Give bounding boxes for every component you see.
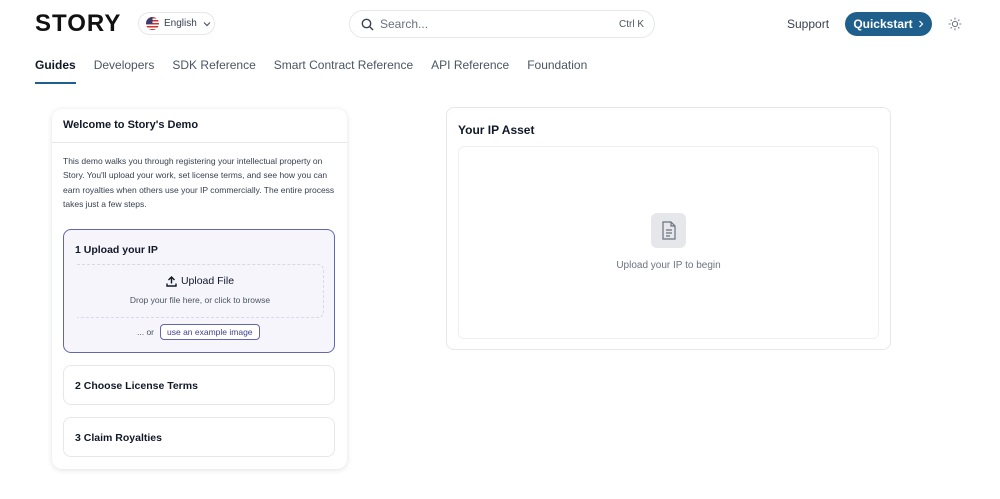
tab-developers[interactable]: Developers <box>94 58 155 84</box>
language-label: English <box>164 18 197 29</box>
document-icon <box>651 213 686 248</box>
svg-text:STORY: STORY <box>35 11 121 35</box>
search-bar[interactable]: Search... Ctrl K <box>349 10 655 38</box>
use-example-image-button[interactable]: use an example image <box>160 324 260 340</box>
ip-asset-title: Your IP Asset <box>458 123 535 137</box>
upload-file-button[interactable]: Upload File <box>77 275 323 287</box>
search-placeholder: Search... <box>380 17 429 31</box>
step-label: 3 Claim Royalties <box>75 432 162 444</box>
support-link[interactable]: Support <box>787 17 829 31</box>
divider <box>52 142 347 143</box>
sun-icon[interactable] <box>948 17 962 31</box>
upload-hint: Drop your file here, or click to browse <box>129 295 271 305</box>
search-shortcut: Ctrl K <box>619 18 644 30</box>
demo-intro: This demo walks you through registering … <box>63 156 335 209</box>
tab-api-reference[interactable]: API Reference <box>431 58 509 84</box>
chevron-down-icon <box>203 21 211 26</box>
upload-file-label: Upload File <box>180 275 235 287</box>
top-bar: STORY English Search... Ctrl K Support Q… <box>0 0 1000 48</box>
nav-tabs: Guides Developers SDK Reference Smart Co… <box>35 58 605 84</box>
step-choose-license-terms[interactable]: 2 Choose License Terms <box>63 365 335 405</box>
file-dropzone[interactable]: Upload File Drop your file here, or clic… <box>77 264 324 318</box>
tab-foundation[interactable]: Foundation <box>527 58 587 84</box>
quickstart-button[interactable]: Quickstart <box>845 12 932 36</box>
quickstart-label: Quickstart <box>853 17 913 31</box>
ip-asset-preview: Upload your IP to begin <box>458 146 879 339</box>
us-flag-icon <box>146 17 159 30</box>
upload-icon <box>166 275 177 287</box>
tab-guides[interactable]: Guides <box>35 58 76 84</box>
ip-empty-state: Upload your IP to begin <box>616 260 721 271</box>
example-row: ... or use an example image <box>137 324 260 340</box>
demo-title: Welcome to Story's Demo <box>63 119 199 131</box>
step-claim-royalties[interactable]: 3 Claim Royalties <box>63 417 335 457</box>
story-logo[interactable]: STORY <box>35 11 127 35</box>
language-selector[interactable]: English <box>138 12 215 35</box>
step-label: 1 Upload your IP <box>75 244 158 256</box>
chevron-right-icon <box>918 20 924 28</box>
step-upload-ip[interactable]: 1 Upload your IP Upload File Drop your f… <box>63 229 335 353</box>
step-label: 2 Choose License Terms <box>75 380 198 392</box>
tab-sdk-reference[interactable]: SDK Reference <box>172 58 255 84</box>
tab-smart-contract-reference[interactable]: Smart Contract Reference <box>274 58 413 84</box>
ip-asset-card: Your IP Asset Upload your IP to begin <box>446 107 891 350</box>
search-icon <box>361 18 374 30</box>
demo-card: Welcome to Story's Demo This demo walks … <box>52 109 347 469</box>
or-text: ... or <box>137 327 155 337</box>
